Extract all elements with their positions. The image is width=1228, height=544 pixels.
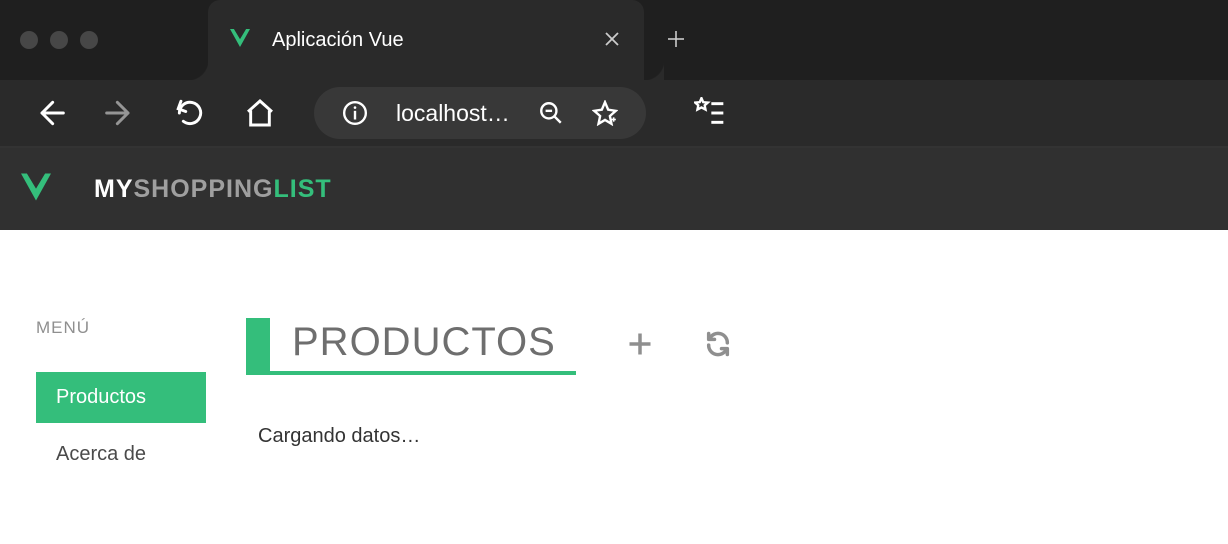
page-title: PRODUCTOS — [270, 318, 576, 371]
zoom-out-icon[interactable] — [538, 100, 564, 126]
main-content: PRODUCTOS Cargando datos… — [236, 318, 1192, 486]
refresh-icon[interactable] — [174, 97, 206, 129]
app-header: MYSHOPPINGLIST — [0, 148, 1228, 230]
vue-favicon-icon — [228, 26, 252, 54]
brand-part-2: SHOPPING — [134, 175, 274, 203]
maximize-window-icon[interactable] — [80, 31, 98, 49]
app-logo-icon — [18, 169, 54, 210]
browser-toolbar: localhost… — [0, 80, 1228, 148]
forward-icon[interactable] — [104, 97, 136, 129]
back-icon[interactable] — [34, 97, 66, 129]
window-controls[interactable] — [20, 31, 98, 49]
new-tab-icon[interactable] — [666, 23, 686, 57]
sidebar-item-about[interactable]: Acerca de — [36, 429, 206, 480]
favorite-add-icon[interactable] — [592, 100, 618, 126]
reload-button[interactable] — [704, 330, 732, 363]
close-tab-icon[interactable] — [604, 27, 620, 53]
add-button[interactable] — [626, 330, 654, 363]
page-header: PRODUCTOS — [246, 318, 1192, 375]
tab-strip: Aplicación Vue — [0, 0, 1228, 80]
browser-tab[interactable]: Aplicación Vue — [208, 0, 644, 80]
close-window-icon[interactable] — [20, 31, 38, 49]
home-icon[interactable] — [244, 97, 276, 129]
info-icon[interactable] — [342, 100, 368, 126]
address-bar[interactable]: localhost… — [314, 87, 646, 139]
sidebar: MENÚ Productos Acerca de — [36, 318, 206, 486]
page-body: MENÚ Productos Acerca de PRODUCTOS Carga… — [0, 230, 1228, 486]
brand-text: MYSHOPPINGLIST — [94, 175, 332, 204]
tab-title: Aplicación Vue — [272, 29, 404, 52]
browser-chrome: Aplicación Vue localhost… — [0, 0, 1228, 148]
title-accent-bar — [246, 318, 270, 371]
brand-part-3: LIST — [273, 175, 331, 203]
sidebar-item-label: Productos — [56, 386, 146, 408]
sidebar-item-products[interactable]: Productos — [36, 372, 206, 423]
loading-text: Cargando datos… — [246, 425, 1192, 448]
address-text: localhost… — [396, 100, 510, 127]
favorites-list-icon[interactable] — [694, 97, 726, 129]
brand-part-1: MY — [94, 175, 134, 203]
sidebar-item-label: Acerca de — [56, 443, 146, 465]
sidebar-title: MENÚ — [36, 318, 206, 338]
page-title-wrap: PRODUCTOS — [246, 318, 576, 375]
minimize-window-icon[interactable] — [50, 31, 68, 49]
